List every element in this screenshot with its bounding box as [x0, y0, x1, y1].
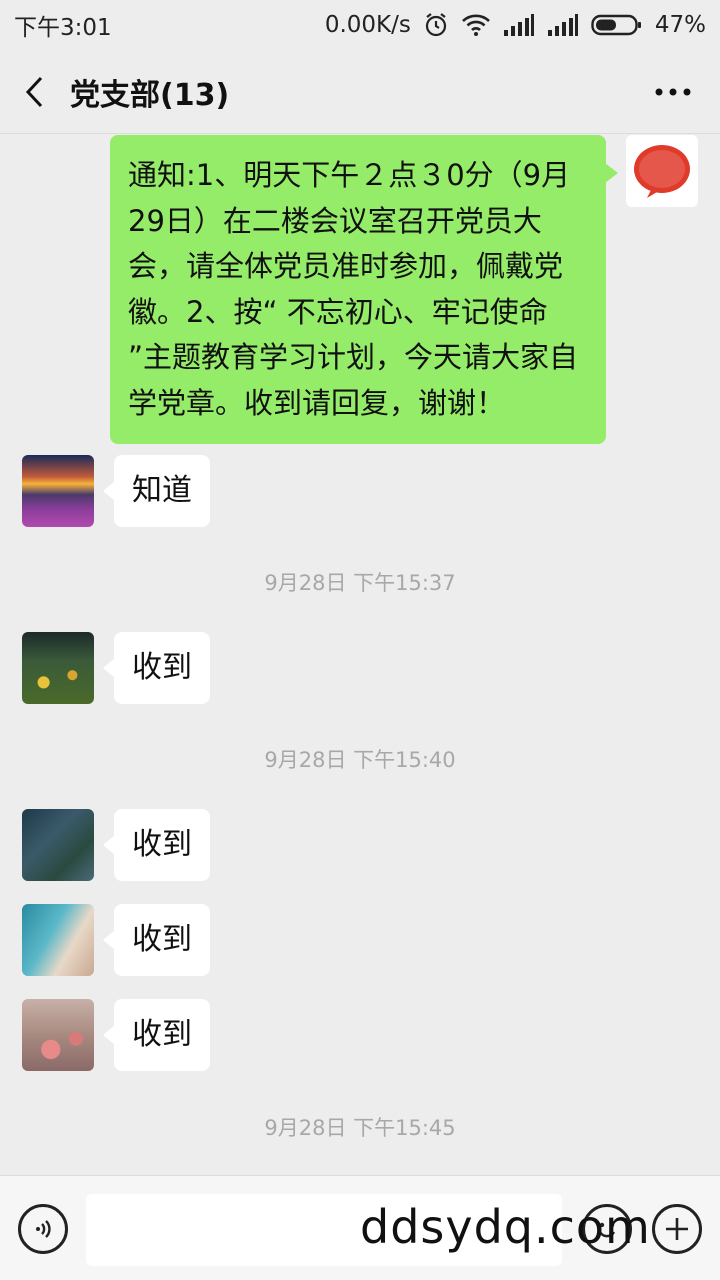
timestamp: 9月28日 下午15:37	[264, 571, 456, 595]
status-bar: 下午3:01 0.00K/s 47%	[0, 0, 720, 50]
status-right: 0.00K/s 47%	[325, 12, 706, 38]
timestamp: 9月28日 下午15:40	[264, 748, 456, 772]
battery-level: 47%	[654, 12, 706, 38]
incoming-message[interactable]: 收到	[103, 904, 210, 976]
voice-icon	[36, 1220, 51, 1238]
watermark: ddsydq.com	[360, 1200, 651, 1254]
plus-icon	[666, 1218, 688, 1240]
back-button[interactable]	[0, 50, 70, 134]
avatar-member-2[interactable]	[22, 632, 94, 704]
battery-icon	[591, 13, 643, 37]
back-icon	[25, 76, 43, 107]
avatar-member-4[interactable]	[22, 904, 94, 976]
network-speed: 0.00K/s	[324, 12, 411, 38]
wifi-icon	[461, 13, 491, 37]
status-time: 下午3:01	[14, 15, 112, 41]
chat-title: 党支部(13)	[70, 77, 230, 113]
signal-icon-2	[547, 14, 579, 36]
incoming-message[interactable]: 收到	[103, 809, 210, 881]
more-button[interactable]	[648, 72, 698, 112]
outgoing-message[interactable]: 通知:1、明天下午２点３0分（9月29日）在二楼会议室召开党员大会，请全体党员准…	[110, 135, 618, 444]
incoming-message[interactable]: 知道	[103, 455, 210, 527]
incoming-message[interactable]: 收到	[103, 632, 210, 704]
signal-icon	[503, 14, 535, 36]
avatar-member-1[interactable]	[22, 455, 94, 527]
avatar-member-3[interactable]	[22, 809, 94, 881]
avatar-self[interactable]	[626, 135, 698, 207]
avatar-member-5[interactable]	[22, 999, 94, 1071]
voice-button[interactable]	[18, 1204, 68, 1254]
incoming-message[interactable]: 收到	[103, 999, 210, 1071]
chat-area[interactable]: 通知:1、明天下午２点３0分（9月29日）在二楼会议室召开党员大会，请全体党员准…	[0, 135, 720, 1181]
timestamp: 9月28日 下午15:45	[264, 1116, 456, 1140]
alarm-icon	[423, 12, 449, 38]
plus-button[interactable]	[652, 1204, 702, 1254]
nav-bar: 党支部(13)	[0, 50, 720, 134]
more-icon	[655, 88, 691, 96]
